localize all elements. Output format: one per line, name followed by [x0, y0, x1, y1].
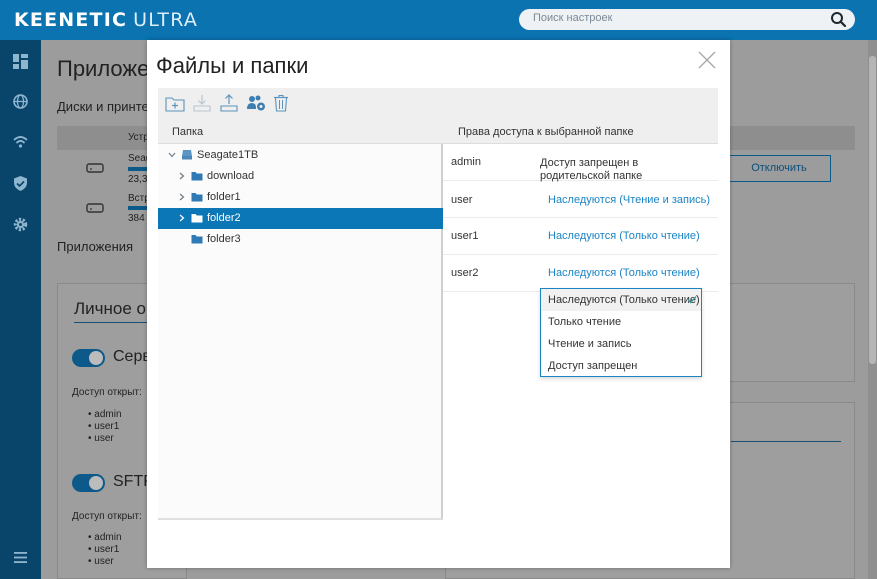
drive-icon — [182, 150, 192, 160]
close-icon[interactable] — [698, 51, 716, 69]
folder-column-header: Папка — [158, 119, 443, 144]
dropdown-option[interactable]: Наследуются (Только чтение) — [541, 289, 701, 311]
gear-icon[interactable] — [12, 216, 29, 233]
disk2-size: 384 — [128, 213, 145, 224]
brand-name: KEENETIC — [14, 9, 128, 31]
permission-row-user: user Наследуются (Чтение и запись) — [443, 181, 718, 218]
chevron-right-icon[interactable] — [177, 171, 187, 181]
folder-tree-panel: Папка Seagate1TB download folder1 folder… — [158, 119, 443, 520]
search-input[interactable]: Поиск настроек — [533, 12, 612, 24]
file-toolbar — [158, 88, 718, 119]
permission-user: admin — [451, 156, 481, 168]
permission-row-user2: user2 Наследуются (Только чтение) — [443, 255, 718, 292]
disconnect-button[interactable]: Отключить — [727, 155, 831, 182]
folder-icon — [191, 235, 203, 244]
disk-icon — [86, 163, 104, 173]
shield-icon[interactable] — [12, 175, 29, 192]
model-name: ULTRA — [133, 9, 199, 31]
page-scrollbar[interactable] — [868, 40, 877, 579]
col-device: Устр — [128, 132, 149, 143]
folder-icon — [191, 214, 203, 223]
globe-icon[interactable] — [12, 93, 29, 110]
section-apps-title: Приложения — [57, 239, 134, 254]
search-icon[interactable] — [830, 11, 847, 28]
permission-user: user — [451, 194, 473, 206]
chevron-right-icon[interactable] — [177, 213, 187, 223]
list-item: • user — [88, 556, 114, 567]
disk-icon — [86, 203, 104, 213]
tree-item-label: folder2 — [207, 212, 241, 224]
upload-icon[interactable] — [219, 94, 239, 112]
tree-item-label: download — [207, 170, 255, 182]
access-open-label: Доступ открыт: — [72, 387, 142, 398]
scrollbar-thumb[interactable] — [869, 56, 876, 364]
brand-logo[interactable]: KEENETIC ULTRA — [14, 9, 198, 31]
disk2-usage-bar — [128, 206, 148, 210]
disk1-size: 23,3 — [128, 174, 148, 185]
rights-column-header: Права доступа к выбранной папке — [443, 119, 718, 144]
user-permissions-icon[interactable] — [246, 94, 266, 112]
permission-value: Доступ запрещен в родительской папке — [540, 157, 643, 182]
permission-select[interactable]: Наследуются (Только чтение) — [548, 267, 700, 279]
folder-column-label: Папка — [172, 126, 204, 138]
tree-item-folder3[interactable]: folder3 — [158, 229, 443, 250]
permission-user: user1 — [451, 230, 479, 242]
sidebar — [0, 40, 41, 579]
menu-icon[interactable] — [12, 549, 29, 566]
chevron-right-icon[interactable] — [177, 192, 187, 202]
new-folder-icon[interactable] — [165, 94, 185, 112]
permission-select[interactable]: Наследуются (Чтение и запись) — [548, 194, 710, 206]
disk1-usage-bar — [128, 167, 148, 171]
personal-card-title: Личное о — [74, 299, 146, 318]
access-open-label: Доступ открыт: — [72, 511, 142, 522]
folder-icon — [191, 172, 203, 181]
list-item: • user1 — [88, 544, 120, 555]
folder-icon — [191, 193, 203, 202]
top-bar: KEENETIC ULTRA Поиск настроек — [0, 0, 877, 40]
trash-icon[interactable] — [271, 94, 291, 112]
tree-item-label: Seagate1TB — [197, 149, 259, 161]
list-item: • user1 — [88, 421, 120, 432]
service2-toggle[interactable] — [72, 474, 105, 492]
permission-row-user1: user1 Наследуются (Только чтение) — [443, 218, 718, 255]
tree-item-label: folder1 — [207, 191, 241, 203]
card-title-underline — [731, 441, 841, 442]
permission-user: user2 — [451, 267, 479, 279]
tree-item-folder2[interactable]: folder2 — [158, 208, 443, 229]
tree-item-seagate1tb[interactable]: Seagate1TB — [158, 145, 443, 166]
page-title: Приложе — [57, 56, 150, 81]
permission-row-admin: admin Доступ запрещен в родительской пап… — [443, 145, 718, 182]
download-icon[interactable] — [192, 94, 212, 112]
permission-select[interactable]: Наследуются (Только чтение) — [548, 230, 700, 242]
chevron-down-icon[interactable] — [167, 150, 177, 160]
dropdown-option[interactable]: Чтение и запись — [541, 333, 701, 355]
permission-dropdown: Наследуются (Только чтение) Только чтени… — [540, 288, 702, 377]
tree-item-label: folder3 — [207, 233, 241, 245]
wifi-icon[interactable] — [12, 133, 29, 150]
rights-column-label: Права доступа к выбранной папке — [458, 126, 634, 138]
section-disks-title: Диски и принте — [57, 99, 149, 114]
check-icon — [687, 296, 697, 304]
list-item: • user — [88, 433, 114, 444]
dropdown-option[interactable]: Только чтение — [541, 311, 701, 333]
service1-toggle[interactable] — [72, 349, 105, 367]
service1-label: Серв — [113, 348, 151, 365]
tree-item-folder1[interactable]: folder1 — [158, 187, 443, 208]
dialog-title: Файлы и папки — [156, 53, 309, 78]
dropdown-option[interactable]: Доступ запрещен — [541, 355, 701, 377]
search-box[interactable]: Поиск настроек — [519, 9, 855, 30]
dashboard-icon[interactable] — [12, 53, 29, 70]
list-item: • admin — [88, 532, 122, 543]
list-item: • admin — [88, 409, 122, 420]
tree-item-download[interactable]: download — [158, 166, 443, 187]
